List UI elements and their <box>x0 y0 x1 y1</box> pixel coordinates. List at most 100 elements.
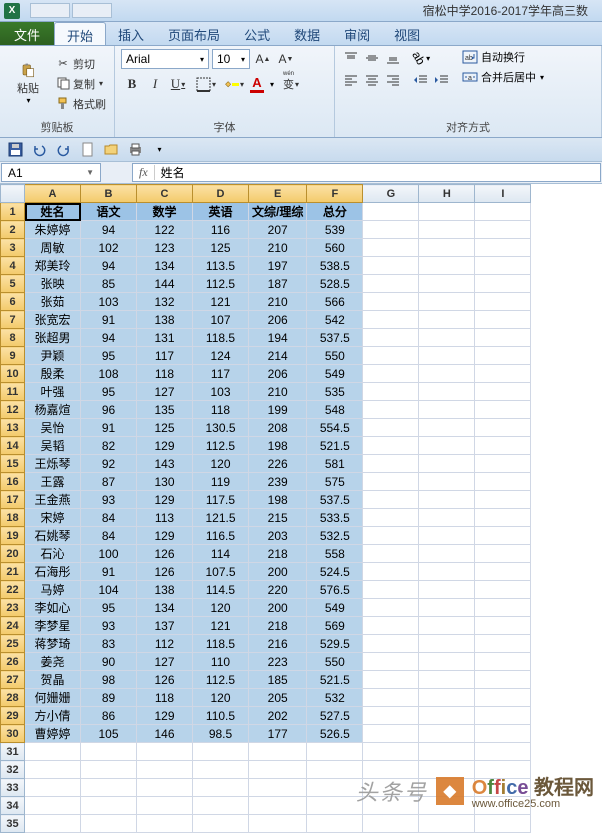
cell[interactable]: 125 <box>193 239 249 257</box>
cell[interactable] <box>475 563 531 581</box>
cell[interactable]: 535 <box>307 383 363 401</box>
cell[interactable] <box>137 797 193 815</box>
row-header[interactable]: 30 <box>1 725 25 743</box>
cell[interactable]: 129 <box>137 437 193 455</box>
tab-review[interactable]: 审阅 <box>332 22 382 45</box>
cell[interactable] <box>475 293 531 311</box>
cell[interactable] <box>363 689 419 707</box>
align-top-button[interactable] <box>341 49 361 67</box>
cell[interactable]: 532 <box>307 689 363 707</box>
cell[interactable]: 石姚琴 <box>25 527 81 545</box>
row-header[interactable]: 31 <box>1 743 25 761</box>
cell[interactable] <box>363 707 419 725</box>
cell[interactable]: 85 <box>81 275 137 293</box>
cell[interactable] <box>419 707 475 725</box>
cell[interactable]: 199 <box>249 401 307 419</box>
doc-tab[interactable] <box>72 3 112 18</box>
cell[interactable] <box>363 221 419 239</box>
cell[interactable]: 104 <box>81 581 137 599</box>
column-header[interactable]: I <box>475 185 531 203</box>
row-header[interactable]: 4 <box>1 257 25 275</box>
cell[interactable] <box>307 743 363 761</box>
cell[interactable]: 576.5 <box>307 581 363 599</box>
file-tab[interactable]: 文件 <box>0 22 54 45</box>
cell[interactable] <box>249 761 307 779</box>
cell[interactable]: 528.5 <box>307 275 363 293</box>
row-header[interactable]: 16 <box>1 473 25 491</box>
cell[interactable] <box>419 311 475 329</box>
cell[interactable] <box>419 617 475 635</box>
cell[interactable] <box>137 761 193 779</box>
cell[interactable] <box>193 797 249 815</box>
cell[interactable] <box>193 779 249 797</box>
cell[interactable]: 130 <box>137 473 193 491</box>
align-bottom-button[interactable] <box>383 49 403 67</box>
font-name-select[interactable]: Arial ▾ <box>121 49 209 69</box>
italic-button[interactable]: I <box>144 73 166 95</box>
cell[interactable]: 521.5 <box>307 671 363 689</box>
row-header[interactable]: 11 <box>1 383 25 401</box>
cell[interactable] <box>363 617 419 635</box>
fx-button[interactable]: fx <box>133 165 155 180</box>
merge-center-button[interactable]: a 合并后居中 ▾ <box>462 69 544 85</box>
cell[interactable]: 数学 <box>137 203 193 221</box>
cell[interactable] <box>363 419 419 437</box>
qat-customize-button[interactable]: ▾ <box>150 141 168 159</box>
cell[interactable]: 91 <box>81 419 137 437</box>
wrap-text-button[interactable]: ab 自动换行 <box>462 49 544 65</box>
cell[interactable]: 118.5 <box>193 635 249 653</box>
cell[interactable]: 114 <box>193 545 249 563</box>
cell[interactable]: 86 <box>81 707 137 725</box>
cell[interactable]: 527.5 <box>307 707 363 725</box>
cell[interactable]: 526.5 <box>307 725 363 743</box>
row-header[interactable]: 2 <box>1 221 25 239</box>
cell[interactable]: 何姗姗 <box>25 689 81 707</box>
open-button[interactable] <box>102 141 120 159</box>
cell[interactable]: 549 <box>307 365 363 383</box>
row-header[interactable]: 15 <box>1 455 25 473</box>
cell[interactable]: 82 <box>81 437 137 455</box>
align-center-button[interactable] <box>362 71 382 89</box>
cell[interactable] <box>419 419 475 437</box>
cell[interactable] <box>475 203 531 221</box>
dropdown-arrow-icon[interactable]: ▼ <box>86 168 94 177</box>
cell[interactable]: 223 <box>249 653 307 671</box>
cell[interactable]: 198 <box>249 491 307 509</box>
cell[interactable] <box>307 815 363 833</box>
cell[interactable] <box>249 743 307 761</box>
cell[interactable] <box>419 203 475 221</box>
font-size-select[interactable]: 10 ▾ <box>212 49 250 69</box>
select-all-corner[interactable] <box>1 185 25 203</box>
cell[interactable] <box>475 347 531 365</box>
cell[interactable]: 116 <box>193 221 249 239</box>
cell[interactable]: 李梦星 <box>25 617 81 635</box>
cell[interactable]: 144 <box>137 275 193 293</box>
row-header[interactable]: 14 <box>1 437 25 455</box>
cell[interactable]: 550 <box>307 347 363 365</box>
cell[interactable]: 曹婷婷 <box>25 725 81 743</box>
cell[interactable] <box>363 437 419 455</box>
cell[interactable] <box>363 815 419 833</box>
cell[interactable]: 120 <box>193 599 249 617</box>
cell[interactable]: 84 <box>81 509 137 527</box>
cell[interactable] <box>419 239 475 257</box>
cell[interactable] <box>81 797 137 815</box>
cell[interactable] <box>419 653 475 671</box>
column-header[interactable]: E <box>249 185 307 203</box>
cell[interactable] <box>25 797 81 815</box>
cell[interactable]: 语文 <box>81 203 137 221</box>
row-header[interactable]: 35 <box>1 815 25 833</box>
cell[interactable]: 杨嘉煊 <box>25 401 81 419</box>
cell[interactable]: 550 <box>307 653 363 671</box>
cell[interactable]: 215 <box>249 509 307 527</box>
cell[interactable] <box>419 527 475 545</box>
cell[interactable] <box>249 797 307 815</box>
cell[interactable] <box>363 311 419 329</box>
cell[interactable]: 542 <box>307 311 363 329</box>
cell[interactable]: 200 <box>249 599 307 617</box>
cell[interactable]: 120 <box>193 689 249 707</box>
cell[interactable] <box>475 689 531 707</box>
row-header[interactable]: 26 <box>1 653 25 671</box>
cell[interactable] <box>81 779 137 797</box>
cell[interactable]: 131 <box>137 329 193 347</box>
